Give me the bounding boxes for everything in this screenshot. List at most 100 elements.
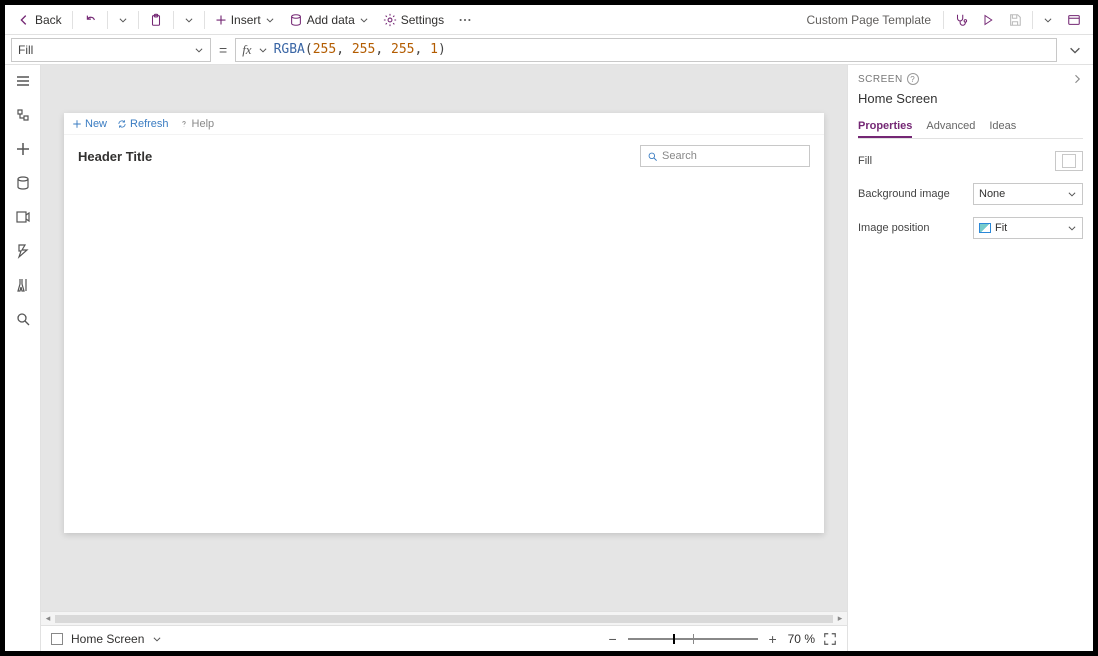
database-icon <box>289 13 303 27</box>
overflow-button[interactable] <box>452 8 478 32</box>
play-icon <box>982 14 994 26</box>
media-icon[interactable] <box>15 209 31 225</box>
command-bar: Back Insert Add data Settings Custom Pag… <box>5 5 1093 35</box>
fill-color-picker[interactable] <box>1055 151 1083 171</box>
chevron-down-icon <box>194 45 204 55</box>
control-name: Home Screen <box>858 91 1083 106</box>
app-checker-button[interactable] <box>948 8 974 32</box>
play-button[interactable] <box>976 8 1000 32</box>
panel-section: SCREEN <box>858 74 903 85</box>
chevron-down-icon <box>359 15 369 25</box>
search-icon[interactable] <box>15 311 31 327</box>
formula-input[interactable]: fx RGBA(255, 255, 255, 1) <box>235 38 1057 62</box>
plus-icon <box>72 119 82 129</box>
chevron-right-icon[interactable] <box>1071 73 1083 85</box>
chevron-down-icon <box>118 15 128 25</box>
undo-button[interactable] <box>77 8 103 32</box>
fx-icon: fx <box>242 42 251 58</box>
tree-view-icon[interactable] <box>15 107 31 123</box>
search-placeholder: Search <box>662 150 697 162</box>
separator <box>107 11 108 29</box>
row-fill: Fill <box>858 151 1083 171</box>
plus-icon <box>215 14 227 26</box>
chevron-down-icon[interactable] <box>152 634 162 644</box>
main-area: New Refresh Help Header Title S <box>5 65 1093 651</box>
tools-icon[interactable] <box>15 277 31 293</box>
separator <box>1032 11 1033 29</box>
scroll-left-icon[interactable]: ◂ <box>41 613 55 624</box>
help-button[interactable]: Help <box>179 118 215 130</box>
paste-button[interactable] <box>143 8 169 32</box>
tab-ideas[interactable]: Ideas <box>989 116 1016 138</box>
refresh-button[interactable]: Refresh <box>117 118 169 130</box>
hamburger-icon[interactable] <box>15 73 31 89</box>
zoom-slider[interactable] <box>628 632 758 646</box>
scroll-track[interactable] <box>55 614 833 624</box>
scroll-thumb[interactable] <box>55 615 833 623</box>
save-icon <box>1008 13 1022 27</box>
settings-button[interactable]: Settings <box>377 8 450 32</box>
tab-properties[interactable]: Properties <box>858 116 912 138</box>
bg-image-dropdown[interactable]: None <box>973 183 1083 205</box>
formula-expand-button[interactable] <box>1063 38 1087 62</box>
panel-header: SCREEN ? <box>858 73 1083 85</box>
search-input[interactable]: Search <box>640 145 810 167</box>
screen-checkbox[interactable] <box>51 633 63 645</box>
tab-advanced[interactable]: Advanced <box>926 116 975 138</box>
page-header: Header Title Search <box>64 135 824 177</box>
separator <box>204 11 205 29</box>
clipboard-icon <box>149 13 163 27</box>
chevron-down-icon <box>184 15 194 25</box>
save-split-button[interactable] <box>1037 8 1059 32</box>
settings-label: Settings <box>401 13 444 27</box>
separator <box>943 11 944 29</box>
insert-button[interactable]: Insert <box>209 8 281 32</box>
formula-text: RGBA(255, 255, 255, 1) <box>274 42 446 57</box>
gear-icon <box>383 13 397 27</box>
image-icon <box>979 223 991 233</box>
search-icon <box>647 151 658 162</box>
scroll-right-icon[interactable]: ▸ <box>833 613 847 624</box>
publish-button[interactable] <box>1061 8 1087 32</box>
save-button[interactable] <box>1002 8 1028 32</box>
help-icon[interactable]: ? <box>907 73 919 85</box>
new-button[interactable]: New <box>72 118 107 130</box>
more-icon <box>458 13 472 27</box>
horizontal-scrollbar[interactable]: ◂ ▸ <box>41 611 847 625</box>
screen-preview[interactable]: New Refresh Help Header Title S <box>64 113 824 533</box>
chevron-down-icon <box>258 45 268 55</box>
canvas-area[interactable]: New Refresh Help Header Title S <box>41 65 847 611</box>
chevron-down-icon <box>1067 189 1077 199</box>
zoom-in-button[interactable]: + <box>766 632 780 646</box>
paste-split-button[interactable] <box>178 8 200 32</box>
row-bg-image: Background image None <box>858 183 1083 205</box>
chevron-down-icon <box>1068 43 1082 57</box>
header-title: Header Title <box>78 149 152 164</box>
zoom-out-button[interactable]: − <box>606 632 620 646</box>
panel-tabs: Properties Advanced Ideas <box>858 116 1083 139</box>
help-label: Help <box>192 118 215 130</box>
label-image-position: Image position <box>858 222 930 234</box>
property-selector[interactable]: Fill <box>11 38 211 62</box>
separator <box>72 11 73 29</box>
plus-icon[interactable] <box>15 141 31 157</box>
back-button[interactable]: Back <box>11 8 68 32</box>
status-bar: Home Screen − + 70 % <box>41 625 847 651</box>
equals-sign: = <box>217 42 229 58</box>
separator <box>138 11 139 29</box>
zoom-value: 70 % <box>788 632 815 646</box>
data-icon[interactable] <box>15 175 31 191</box>
left-rail <box>5 65 41 651</box>
label-bg-image: Background image <box>858 188 950 200</box>
image-position-dropdown[interactable]: Fit <box>973 217 1083 239</box>
fit-screen-icon[interactable] <box>823 632 837 646</box>
chevron-down-icon <box>265 15 275 25</box>
undo-split-button[interactable] <box>112 8 134 32</box>
power-automate-icon[interactable] <box>15 243 31 259</box>
question-icon <box>179 119 189 129</box>
page-title: Custom Page Template <box>798 13 939 27</box>
separator <box>173 11 174 29</box>
arrow-left-icon <box>17 13 31 27</box>
zoom-controls: − + 70 % <box>606 632 837 646</box>
add-data-button[interactable]: Add data <box>283 8 375 32</box>
